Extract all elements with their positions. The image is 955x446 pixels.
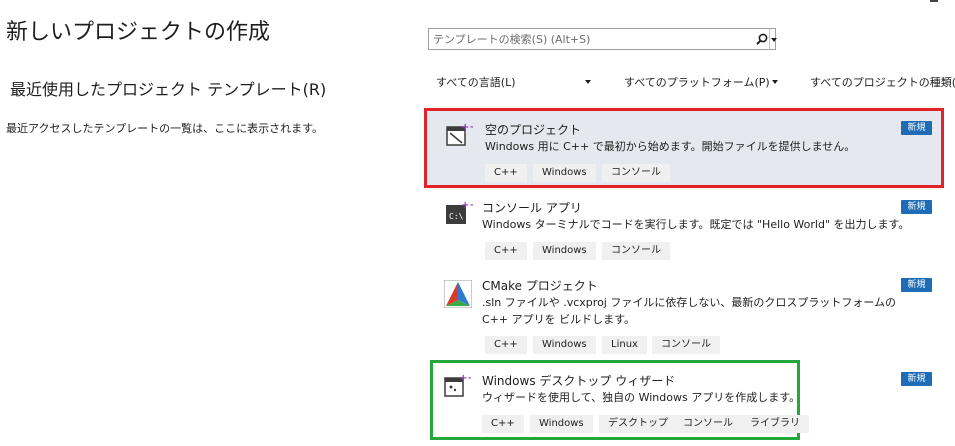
tag-cpp: C++ — [485, 336, 527, 354]
empty-project-icon: ++ — [445, 121, 478, 147]
new-badge: 新規 — [901, 121, 932, 135]
project-type-filter-dropdown[interactable]: すべてのプロジェクトの種類( — [810, 74, 955, 92]
search-icon[interactable] — [755, 29, 769, 49]
template-description: Windows 用に C++ で最初から始めます。開始ファイルを提供しません。 — [485, 140, 856, 153]
tag-cpp: C++ — [482, 415, 524, 433]
new-badge: 新規 — [901, 278, 932, 292]
recent-templates-heading: 最近使用したプロジェクト テンプレート(R) — [10, 80, 327, 99]
template-search-input[interactable] — [429, 29, 755, 49]
template-item-empty-project[interactable]: ++ 空のプロジェクト Windows 用に C++ で最初から始めます。開始フ… — [424, 108, 944, 188]
new-badge: 新規 — [901, 372, 932, 386]
tag-cpp: C++ — [485, 242, 527, 260]
tag-windows: Windows — [533, 336, 596, 354]
template-name: CMake プロジェクト — [482, 279, 598, 293]
tag-console: コンソール — [602, 164, 670, 182]
tag-windows: Windows — [533, 164, 596, 182]
chevron-down-icon — [772, 80, 778, 84]
template-description: Windows ターミナルでコードを実行します。既定では "Hello Worl… — [482, 218, 910, 231]
tag-cpp: C++ — [485, 164, 527, 182]
project-type-filter-label: すべてのプロジェクトの種類( — [810, 76, 955, 89]
svg-text:++: ++ — [461, 122, 473, 133]
template-item-console-app[interactable]: C:\ ++ コンソール アプリ Windows ターミナルでコードを実行します… — [424, 190, 944, 266]
page-title: 新しいプロジェクトの作成 — [6, 20, 271, 45]
template-name: コンソール アプリ — [482, 201, 582, 215]
template-item-cmake-project[interactable]: CMake プロジェクト .sln ファイルや .vcxproj ファイルに依存… — [424, 268, 944, 358]
svg-text:C:\: C:\ — [449, 212, 464, 221]
language-filter-dropdown[interactable]: すべての言語(L) — [436, 74, 596, 92]
tag-library: ライブラリ — [741, 415, 809, 433]
cmake-icon — [443, 279, 473, 309]
tag-desktop: デスクトップ — [599, 415, 677, 433]
template-name: Windows デスクトップ ウィザード — [482, 374, 676, 388]
recent-templates-empty-message: 最近アクセスしたテンプレートの一覧は、ここに表示されます。 — [6, 122, 324, 135]
template-description: .sln ファイルや .vcxproj ファイルに依存しない、最新のクロスプラッ… — [482, 296, 897, 326]
template-name: 空のプロジェクト — [485, 123, 582, 137]
new-badge: 新規 — [901, 200, 932, 214]
chevron-down-icon — [585, 80, 591, 84]
language-filter-label: すべての言語(L) — [436, 76, 516, 89]
desktop-wizard-icon: ++ — [443, 372, 476, 398]
tag-console: コンソール — [674, 415, 742, 433]
console-app-icon: C:\ ++ — [445, 200, 478, 226]
platform-filter-label: すべてのプラットフォーム(P) — [624, 76, 770, 89]
tag-console: コンソール — [602, 242, 670, 260]
template-search-box — [428, 28, 777, 50]
tag-console: コンソール — [652, 336, 720, 354]
svg-text:++: ++ — [461, 200, 473, 211]
tag-windows: Windows — [533, 242, 596, 260]
tag-windows: Windows — [530, 415, 593, 433]
svg-text:++: ++ — [459, 373, 471, 384]
tag-linux: Linux — [602, 336, 647, 354]
chevron-down-icon[interactable] — [769, 29, 777, 49]
window-edge-mark — [930, 0, 938, 2]
platform-filter-dropdown[interactable]: すべてのプラットフォーム(P) — [624, 74, 784, 92]
template-description: ウィザードを使用して、独自の Windows アプリを作成します。 — [482, 391, 801, 404]
template-item-windows-desktop-wizard[interactable]: ++ Windows デスクトップ ウィザード ウィザードを使用して、独自の W… — [430, 360, 809, 440]
